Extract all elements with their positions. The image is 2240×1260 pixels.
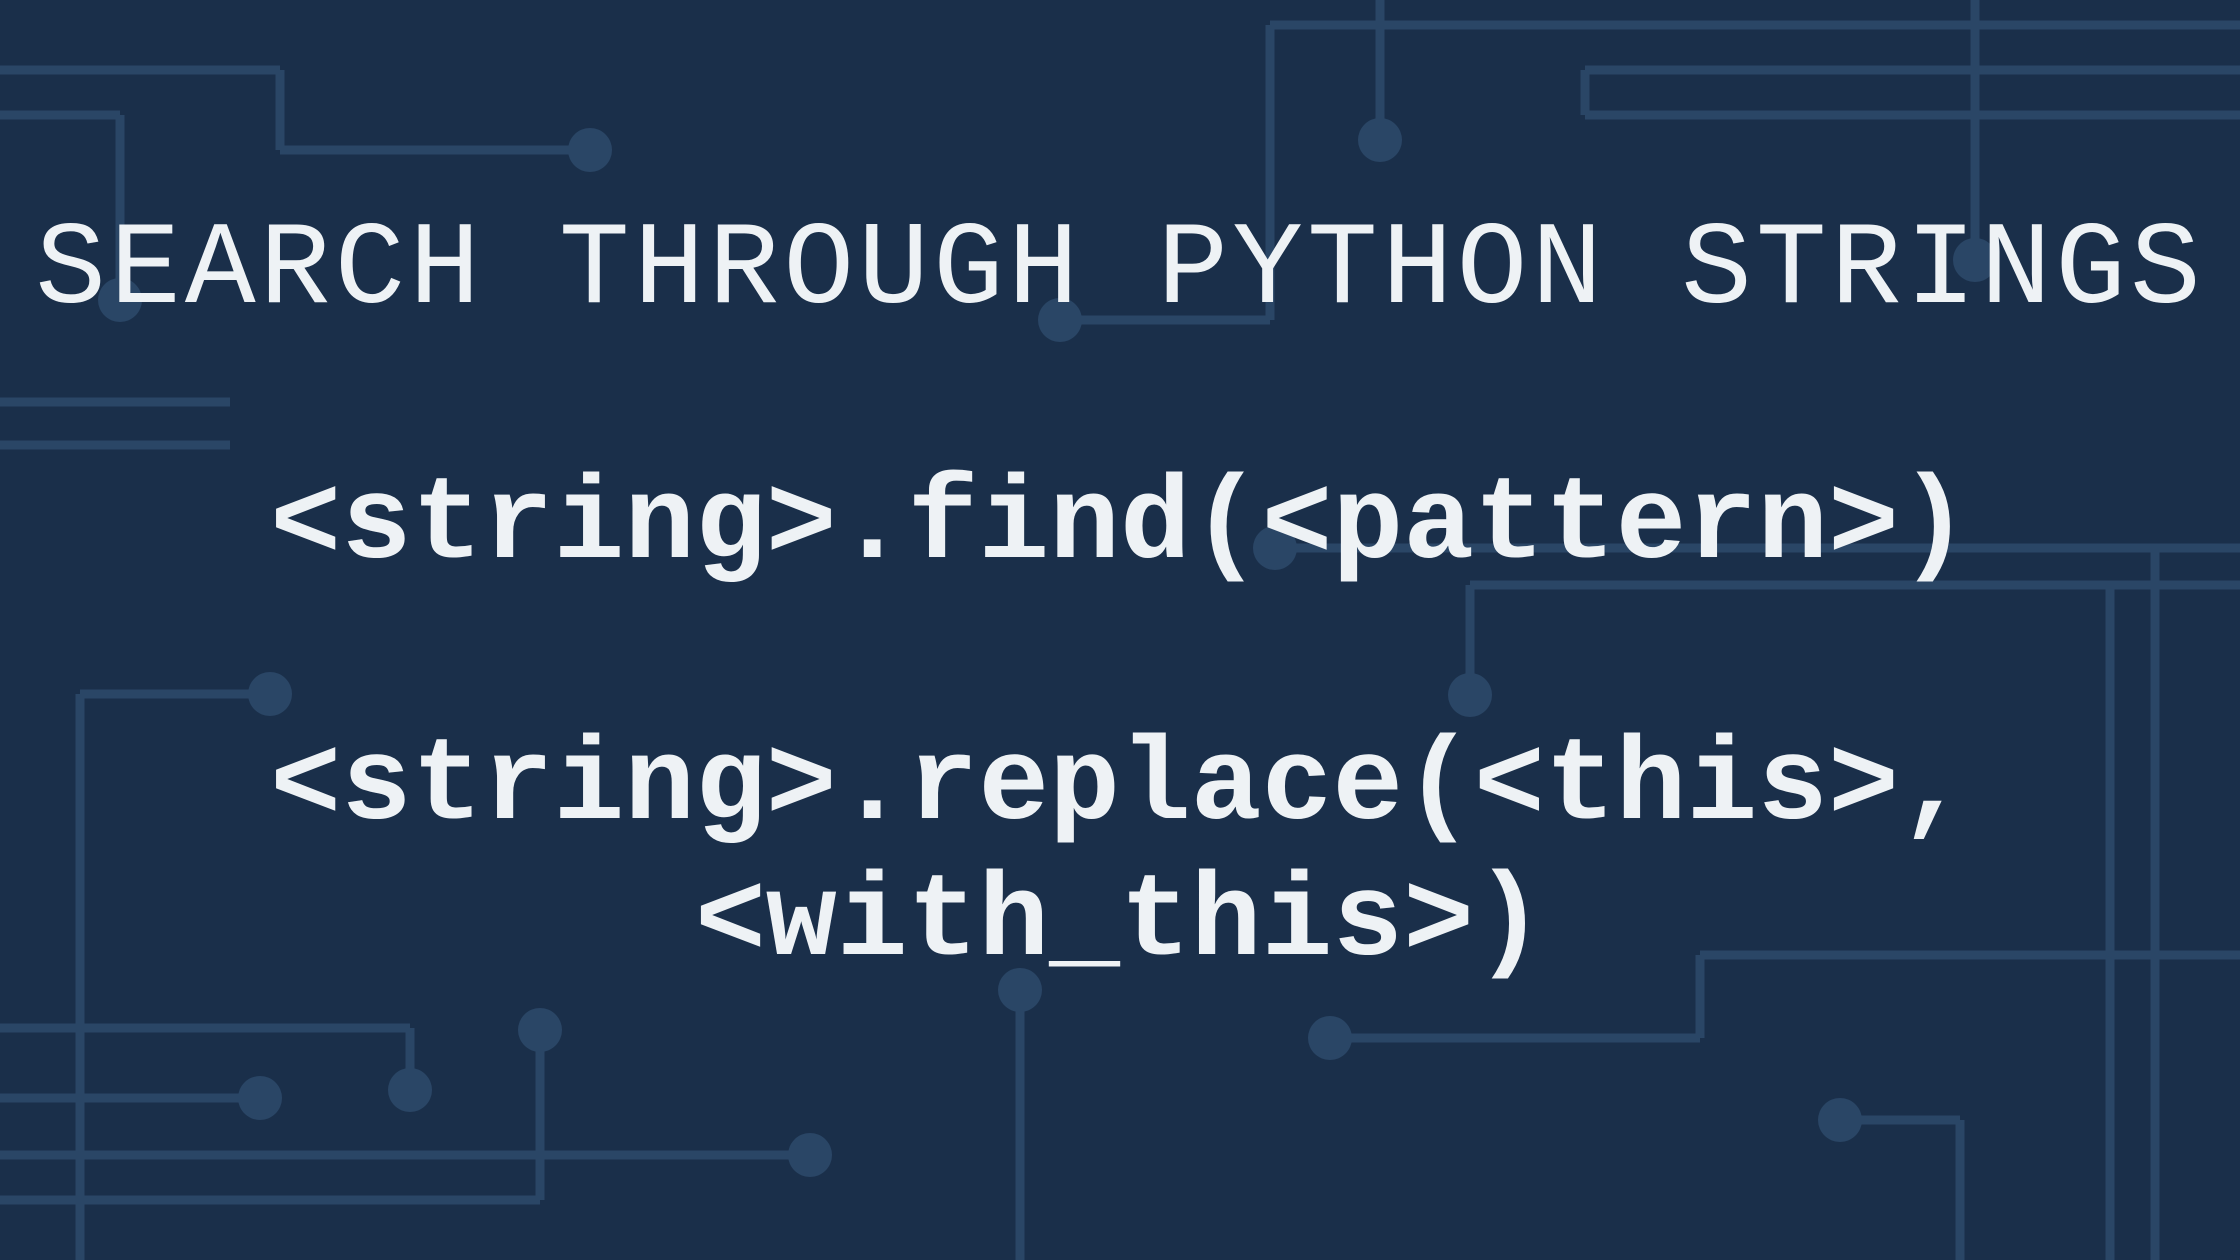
slide-title: SEARCH THROUGH PYTHON STRINGS — [0, 205, 2240, 338]
slide-content: SEARCH THROUGH PYTHON STRINGS <string>.f… — [0, 0, 2240, 1260]
code-example-find: <string>.find(<pattern>) — [0, 460, 2240, 593]
slide-container: SEARCH THROUGH PYTHON STRINGS <string>.f… — [0, 0, 2240, 1260]
code-example-replace: <string>.replace(<this>, <with_this>) — [0, 720, 2240, 991]
